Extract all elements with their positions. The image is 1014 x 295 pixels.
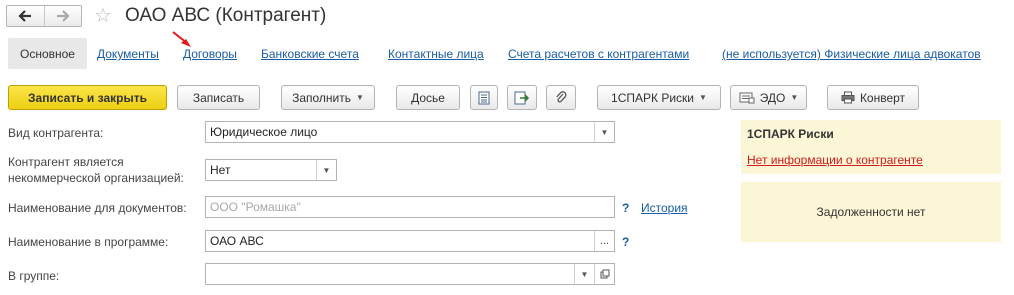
spark-risks-label: 1СПАРК Риски	[611, 90, 695, 105]
back-button[interactable]	[7, 6, 44, 26]
tab-contacts[interactable]: Контактные лица	[388, 47, 484, 61]
printer-icon	[841, 91, 855, 104]
arrow-right-icon	[56, 10, 70, 22]
type-value: Юридическое лицо	[210, 125, 318, 139]
document-export-icon	[514, 91, 530, 104]
dossier-label: Досье	[411, 90, 445, 105]
chevron-down-icon: ▼	[790, 93, 799, 102]
chevron-down-icon: ▼	[356, 93, 364, 102]
tab-settlement-accounts[interactable]: Счета расчетов с контрагентами	[508, 47, 689, 61]
prog-name-input[interactable]: ОАО АВС ...	[205, 230, 615, 252]
doc-name-input[interactable]: ООО "Ромашка"	[205, 196, 615, 218]
save-and-close-button[interactable]: Записать и закрыть	[8, 85, 167, 110]
spark-panel-title: 1СПАРК Риски	[747, 127, 834, 141]
tab-lawyers[interactable]: (не используется) Физические лица адвока…	[722, 47, 981, 61]
save-label: Записать	[192, 90, 245, 105]
debt-panel: Задолженности нет	[741, 182, 1001, 242]
page-title: ОАО АВС (Контрагент)	[125, 5, 327, 26]
edo-icon	[739, 92, 755, 104]
export-button[interactable]	[507, 85, 537, 110]
edo-button[interactable]: ЭДО ▼	[730, 85, 807, 110]
noncommercial-value: Нет	[210, 163, 231, 177]
tab-bank-accounts[interactable]: Банковские счета	[261, 47, 359, 61]
navigation-buttons	[6, 5, 82, 27]
dossier-button[interactable]: Досье	[396, 85, 460, 110]
star-icon[interactable]: ☆	[92, 4, 114, 27]
doc-name-label: Наименование для документов:	[8, 201, 187, 215]
save-and-close-label: Записать и закрыть	[28, 90, 147, 105]
no-info-link[interactable]: Нет информации о контрагенте	[747, 153, 923, 167]
spark-risks-button[interactable]: 1СПАРК Риски ▼	[597, 85, 721, 110]
open-icon[interactable]	[594, 264, 614, 284]
chevron-down-icon[interactable]: ▼	[574, 264, 594, 284]
chevron-down-icon: ▼	[699, 93, 707, 102]
forward-button[interactable]	[43, 6, 82, 26]
envelope-button[interactable]: Конверт	[827, 85, 919, 110]
red-arrow-annotation	[172, 31, 191, 47]
attachments-button[interactable]	[546, 85, 576, 110]
noncommercial-label-line2: некоммерческой организацией:	[8, 171, 184, 185]
tab-documents[interactable]: Документы	[97, 47, 159, 61]
edo-label: ЭДО	[759, 90, 786, 105]
chevron-down-icon[interactable]: ▼	[594, 122, 614, 142]
doc-name-help-icon[interactable]: ?	[622, 201, 629, 215]
save-button[interactable]: Записать	[177, 85, 260, 110]
type-select[interactable]: Юридическое лицо ▼	[205, 121, 615, 143]
report-button[interactable]	[470, 85, 498, 110]
document-list-icon	[478, 91, 490, 104]
paperclip-icon	[556, 90, 567, 102]
tab-main[interactable]: Основное	[8, 38, 87, 69]
doc-name-placeholder: ООО "Ромашка"	[210, 200, 301, 214]
group-label: В группе:	[8, 269, 60, 283]
fill-button[interactable]: Заполнить ▼	[281, 85, 375, 110]
prog-name-help-icon[interactable]: ?	[622, 235, 629, 249]
noncommercial-select[interactable]: Нет ▼	[205, 159, 337, 181]
spark-risks-panel: 1СПАРК Риски Нет информации о контрагент…	[741, 120, 1001, 174]
prog-name-value: ОАО АВС	[210, 234, 264, 248]
envelope-label: Конверт	[859, 90, 906, 105]
history-link[interactable]: История	[641, 201, 688, 215]
prog-name-label: Наименование в программе:	[8, 235, 169, 249]
fill-label: Заполнить	[292, 90, 351, 105]
chevron-down-icon[interactable]: ▼	[316, 160, 336, 180]
type-label: Вид контрагента:	[8, 126, 104, 140]
noncommercial-label-line1: Контрагент является	[8, 155, 124, 169]
select-button[interactable]: ...	[594, 231, 614, 251]
arrow-left-icon	[18, 10, 32, 22]
debt-text: Задолженности нет	[816, 205, 926, 219]
group-select[interactable]: ▼	[205, 263, 615, 285]
